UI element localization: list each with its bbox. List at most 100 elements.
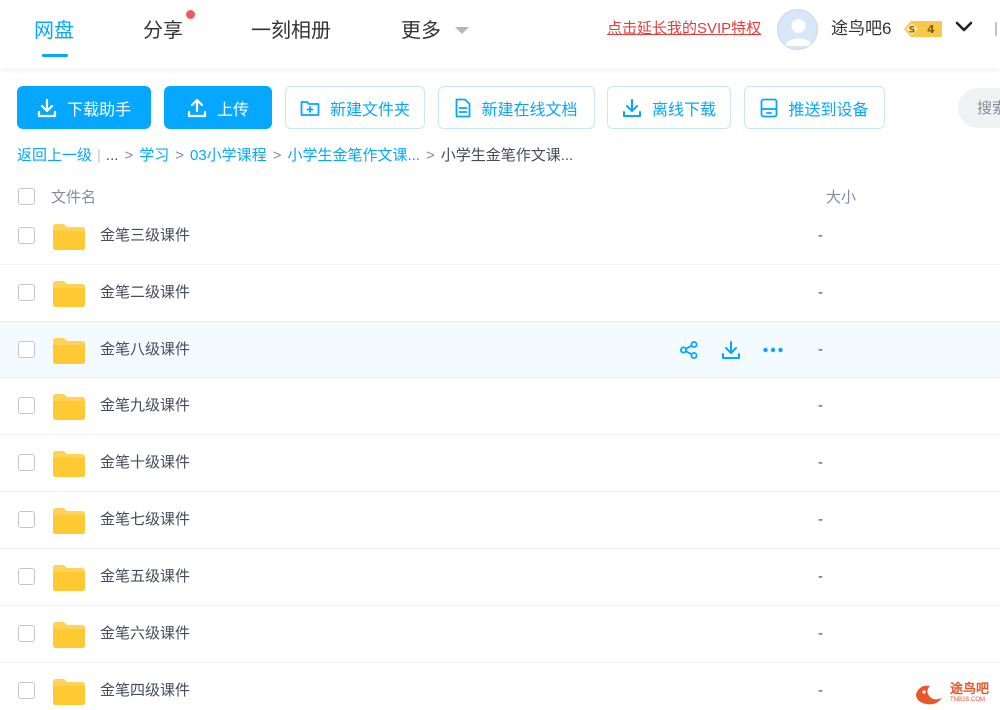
breadcrumb-item[interactable]: 小学生金笔作文课... [287,146,420,166]
push-to-device-label: 推送到设备 [788,101,869,119]
svip-badge-icon: S 4 [904,21,942,37]
file-size: - [818,454,823,471]
offline-download-label: 离线下载 [651,101,716,119]
file-name[interactable]: 金笔十级课件 [100,453,190,473]
file-name[interactable]: 金笔六级课件 [100,624,190,644]
folder-icon [53,679,85,705]
upload-button[interactable]: 上传 [164,86,272,129]
folder-icon [53,565,85,591]
download-icon [37,98,57,117]
bird-logo-icon [916,685,942,705]
active-tab-indicator [42,54,68,57]
device-icon [761,98,778,117]
column-header-size[interactable]: 大小 [826,186,856,207]
select-all-checkbox[interactable] [18,188,35,205]
table-row[interactable]: 金笔七级课件 - [0,492,1000,549]
chevron-down-icon[interactable] [955,20,973,34]
badge-level-text: 4 [927,23,935,36]
file-name[interactable]: 金笔三级课件 [100,226,190,246]
table-row[interactable]: 金笔四级课件 - [0,663,1000,710]
username[interactable]: 途鸟吧6 [831,18,891,40]
breadcrumb-item[interactable]: 学习 [139,146,169,166]
row-actions [678,339,784,361]
row-checkbox[interactable] [18,568,35,585]
row-checkbox[interactable] [18,625,35,642]
breadcrumb-back[interactable]: 返回上一级 [17,146,92,166]
user-avatar-icon [785,19,812,46]
file-size: - [818,284,823,301]
breadcrumb-ellipsis[interactable]: ... [106,146,119,166]
table-row[interactable]: 金笔五级课件 - [0,549,1000,606]
breadcrumb: 返回上一级 | ... > 学习 > 03小学课程 > 小学生金笔作文课... … [17,146,573,166]
table-row[interactable]: 金笔三级课件 - [0,208,1000,265]
folder-icon [53,622,85,648]
download-helper-label: 下载助手 [66,101,131,119]
file-size: - [818,227,823,244]
folder-icon [53,394,85,420]
row-checkbox[interactable] [18,397,35,414]
table-row[interactable]: 金笔十级课件 - [0,435,1000,492]
tab-share[interactable]: 分享 [143,16,183,46]
file-name[interactable]: 金笔九级课件 [100,396,190,416]
watermark: 途鸟吧 TNB2S.COM [912,679,996,707]
table-row[interactable]: 金笔二级课件 - [0,265,1000,322]
file-name[interactable]: 金笔四级课件 [100,681,190,701]
file-name[interactable]: 金笔二级课件 [100,283,190,303]
breadcrumb-separator: > [124,147,134,164]
breadcrumb-current: 小学生金笔作文课... [440,147,574,164]
new-online-doc-button[interactable]: 新建在线文档 [438,86,595,129]
row-checkbox[interactable] [18,284,35,301]
file-name[interactable]: 金笔五级课件 [100,567,190,587]
file-size: - [818,625,823,642]
file-name[interactable]: 金笔七级课件 [100,510,190,530]
breadcrumb-item[interactable]: 03小学课程 [190,146,267,166]
upload-label: 上传 [216,101,249,119]
tab-netdisk[interactable]: 网盘 [34,16,74,46]
share-icon[interactable] [678,339,700,361]
tab-album[interactable]: 一刻相册 [251,16,331,46]
breadcrumb-separator: > [425,147,435,164]
file-size: - [818,568,823,585]
avatar[interactable] [777,9,818,50]
file-size: - [818,511,823,528]
folder-icon [53,451,85,477]
folder-icon [53,338,85,364]
folder-icon [53,281,85,307]
table-row[interactable]: 金笔八级课件 - [0,321,1000,378]
top-nav: 网盘 分享 一刻相册 更多 点击延长我的SVIP特权 途鸟吧6 S 4 [0,0,1000,68]
breadcrumb-separator: > [272,147,282,164]
file-size: - [818,682,823,699]
new-folder-label: 新建文件夹 [329,101,410,119]
download-icon[interactable] [720,339,742,361]
row-checkbox[interactable] [18,341,35,358]
notification-dot [186,10,195,19]
badge-s-text: S [909,26,915,36]
edge-divider [995,22,997,36]
row-checkbox[interactable] [18,511,35,528]
new-folder-icon [300,100,320,116]
table-row[interactable]: 金笔九级课件 - [0,378,1000,435]
file-size: - [818,397,823,414]
row-checkbox[interactable] [18,682,35,699]
caret-down-icon[interactable] [455,27,469,34]
upload-icon [187,98,207,117]
column-header-name[interactable]: 文件名 [51,186,96,207]
file-size: - [818,341,823,358]
row-checkbox[interactable] [18,227,35,244]
more-icon[interactable] [762,339,784,361]
new-folder-button[interactable]: 新建文件夹 [285,86,425,129]
table-row[interactable]: 金笔六级课件 - [0,606,1000,663]
offline-download-button[interactable]: 离线下载 [607,86,731,129]
row-checkbox[interactable] [18,454,35,471]
download-helper-button[interactable]: 下载助手 [17,86,151,129]
tab-more[interactable]: 更多 [401,16,441,46]
document-icon [456,98,471,117]
folder-icon [53,224,85,250]
watermark-sub: TNB2S.COM [950,697,986,703]
file-name[interactable]: 金笔八级课件 [100,340,190,360]
download-icon [622,98,641,117]
svip-renew-link[interactable]: 点击延长我的SVIP特权 [607,19,761,39]
search-placeholder: 搜索 [977,100,1000,117]
folder-icon [53,508,85,534]
push-to-device-button[interactable]: 推送到设备 [744,86,885,129]
